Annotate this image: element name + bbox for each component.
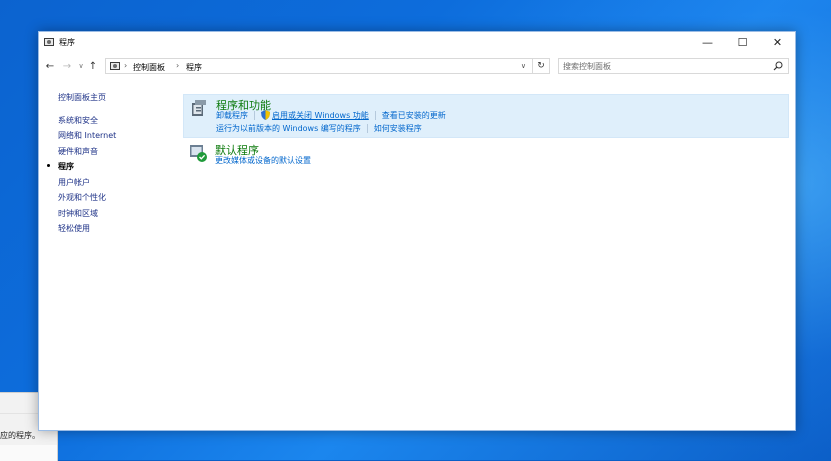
sidebar-item-ease-of-access[interactable]: 轻松使用 xyxy=(58,223,90,234)
task-row: 更改媒体或设备的默认设置 xyxy=(215,155,311,166)
task-row: 卸载程序 启用或关闭 Windows 功能 查看已安装的更新 xyxy=(216,110,446,121)
current-item-bullet-icon xyxy=(47,164,50,167)
sidebar-item-hardware-sound[interactable]: 硬件和声音 xyxy=(58,146,98,157)
maximize-button[interactable]: ☐ xyxy=(725,32,760,52)
breadcrumb-separator[interactable]: › xyxy=(176,61,179,70)
sidebar-item-user-accounts[interactable]: 用户帐户 xyxy=(58,177,90,188)
minimize-button[interactable]: — xyxy=(690,32,725,52)
task-change-media-defaults[interactable]: 更改媒体或设备的默认设置 xyxy=(215,156,311,165)
title-bar[interactable]: 程序 — ☐ ✕ xyxy=(39,32,795,52)
background-dialog-text: 应的程序。 xyxy=(0,431,40,440)
close-button[interactable]: ✕ xyxy=(760,32,795,52)
uac-shield-icon xyxy=(261,110,270,120)
up-arrow-icon[interactable]: ↑ xyxy=(87,59,99,73)
breadcrumb-programs[interactable]: 程序 xyxy=(186,62,202,73)
task-how-to-install[interactable]: 如何安装程序 xyxy=(374,124,422,133)
address-dropdown-chevron-icon[interactable]: ∨ xyxy=(521,62,526,70)
task-turn-windows-features[interactable]: 启用或关闭 Windows 功能 xyxy=(272,111,369,120)
programs-features-icon xyxy=(192,100,206,116)
sidebar-item-system-security[interactable]: 系统和安全 xyxy=(58,115,98,126)
control-panel-icon xyxy=(44,38,54,46)
task-divider xyxy=(254,111,255,120)
address-bar[interactable]: › 控制面板 › 程序 ∨ xyxy=(105,58,533,74)
category-programs-features: 程序和功能 卸载程序 启用或关闭 Windows 功能 查看已安装的更新 运行为以前… xyxy=(183,94,789,138)
category-default-programs: 默认程序 更改媒体或设备的默认设置 xyxy=(183,140,789,170)
navigation-bar: ← → ∨ ↑ › 控制面板 › 程序 ∨ ↻ xyxy=(39,56,795,76)
task-row: 运行为以前版本的 Windows 编写的程序 如何安装程序 xyxy=(216,123,422,134)
dialog-footer xyxy=(0,445,57,461)
sidebar-item-network-internet[interactable]: 网络和 Internet xyxy=(58,130,116,141)
back-arrow-icon[interactable]: ← xyxy=(44,59,56,73)
control-panel-icon xyxy=(110,62,120,70)
window-title: 程序 xyxy=(59,38,75,47)
sidebar-item-clock-region[interactable]: 时钟和区域 xyxy=(58,208,98,219)
search-input[interactable] xyxy=(563,60,763,72)
task-divider xyxy=(366,124,368,133)
breadcrumb-control-panel[interactable]: 控制面板 xyxy=(133,62,165,73)
task-run-older-programs[interactable]: 运行为以前版本的 Windows 编写的程序 xyxy=(216,124,361,133)
search-box[interactable] xyxy=(558,58,789,74)
task-divider xyxy=(374,111,376,120)
forward-arrow-icon[interactable]: → xyxy=(61,59,73,73)
default-programs-icon xyxy=(190,145,207,162)
search-icon[interactable] xyxy=(773,61,783,71)
sidebar-item-programs[interactable]: 程序 xyxy=(58,161,74,172)
sidebar-item-appearance[interactable]: 外观和个性化 xyxy=(58,192,106,203)
recent-locations-chevron-icon[interactable]: ∨ xyxy=(75,59,87,73)
refresh-icon[interactable]: ↻ xyxy=(533,58,550,74)
sidebar-item-home[interactable]: 控制面板主页 xyxy=(58,92,106,103)
breadcrumb-separator: › xyxy=(124,61,128,70)
task-view-installed-updates[interactable]: 查看已安装的更新 xyxy=(382,111,446,120)
control-panel-window: 程序 — ☐ ✕ ← → ∨ ↑ › 控制面板 › 程序 ∨ ↻ 搜索控制面板 … xyxy=(38,31,796,431)
task-uninstall-program[interactable]: 卸载程序 xyxy=(216,111,248,120)
